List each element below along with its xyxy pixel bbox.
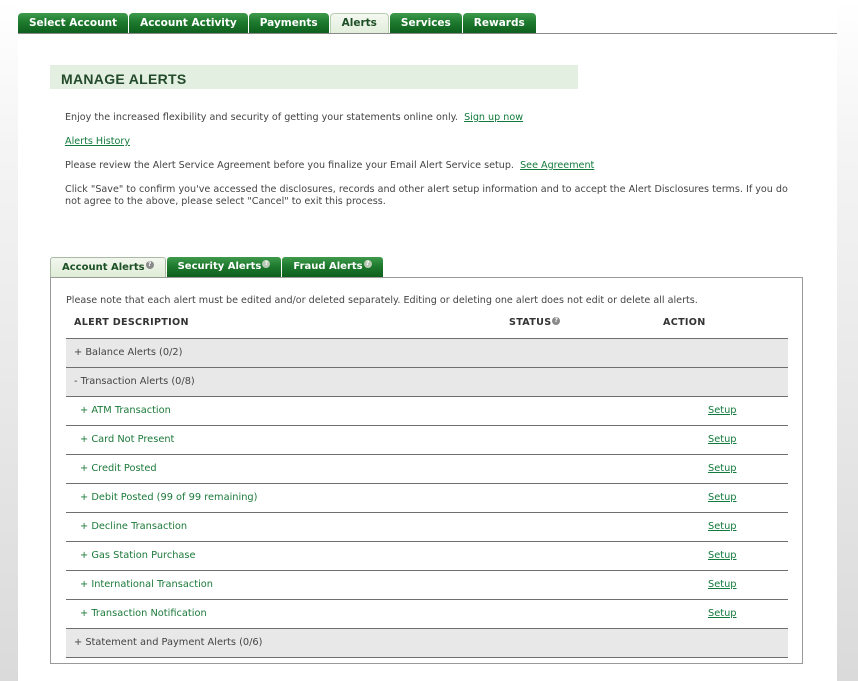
tab-security-alerts-label: Security Alerts bbox=[177, 261, 262, 272]
setup-link[interactable]: Setup bbox=[708, 542, 737, 570]
setup-link[interactable]: Setup bbox=[708, 484, 737, 512]
column-alert-description: ALERT DESCRIPTION bbox=[74, 317, 189, 328]
agreement-text: Please review the Alert Service Agreemen… bbox=[65, 160, 514, 171]
alert-row: + Credit Posted Setup bbox=[66, 454, 788, 483]
disclosure-text: Click "Save" to confirm you've accessed … bbox=[65, 184, 788, 207]
tab-select-account[interactable]: Select Account bbox=[18, 13, 129, 33]
column-action: ACTION bbox=[663, 317, 706, 328]
edit-note: Please note that each alert must be edit… bbox=[66, 295, 698, 306]
alert-name[interactable]: + Card Not Present bbox=[80, 434, 174, 445]
alerts-history-link[interactable]: Alerts History bbox=[65, 136, 130, 147]
alert-row: + Decline Transaction Setup bbox=[66, 512, 788, 541]
alert-name[interactable]: + Credit Posted bbox=[80, 463, 157, 474]
group-row-transaction-alerts[interactable]: - Transaction Alerts (0/8) bbox=[66, 367, 788, 396]
agreement-message: Please review the Alert Service Agreemen… bbox=[65, 160, 594, 172]
alert-row: + Debit Posted (99 of 99 remaining) Setu… bbox=[66, 483, 788, 512]
tab-account-activity[interactable]: Account Activity bbox=[129, 13, 248, 33]
alert-name[interactable]: + ATM Transaction bbox=[80, 405, 171, 416]
page-title: MANAGE ALERTS bbox=[61, 71, 187, 87]
see-agreement-link[interactable]: See Agreement bbox=[520, 160, 594, 171]
paperless-text: Enjoy the increased flexibility and secu… bbox=[65, 112, 458, 123]
nav-divider bbox=[18, 33, 837, 34]
tab-rewards[interactable]: Rewards bbox=[462, 13, 536, 33]
setup-link[interactable]: Setup bbox=[708, 513, 737, 541]
tab-services[interactable]: Services bbox=[389, 13, 462, 33]
setup-link[interactable]: Setup bbox=[708, 571, 737, 599]
tab-account-alerts[interactable]: Account Alerts? bbox=[50, 257, 166, 277]
setup-link[interactable]: Setup bbox=[708, 455, 737, 483]
tab-fraud-alerts-label: Fraud Alerts bbox=[293, 261, 363, 272]
alert-name[interactable]: + Debit Posted (99 of 99 remaining) bbox=[80, 492, 257, 503]
column-status-label: STATUS bbox=[509, 317, 552, 328]
page-header: MANAGE ALERTS bbox=[50, 65, 578, 89]
alert-row: + ATM Transaction Setup bbox=[66, 396, 788, 425]
group-row-statement-payment-alerts[interactable]: + Statement and Payment Alerts (0/6) bbox=[66, 628, 788, 658]
question-circle-icon[interactable]: ? bbox=[552, 317, 561, 325]
alert-name[interactable]: + Transaction Notification bbox=[80, 608, 207, 619]
question-circle-icon[interactable]: ? bbox=[262, 260, 271, 268]
column-status: STATUS? bbox=[509, 317, 561, 328]
alert-row: + International Transaction Setup bbox=[66, 570, 788, 599]
setup-link[interactable]: Setup bbox=[708, 426, 737, 454]
tab-alerts[interactable]: Alerts bbox=[329, 13, 389, 33]
tab-fraud-alerts[interactable]: Fraud Alerts? bbox=[282, 257, 383, 277]
alert-name[interactable]: + Gas Station Purchase bbox=[80, 550, 196, 561]
setup-link[interactable]: Setup bbox=[708, 600, 737, 628]
tab-payments[interactable]: Payments bbox=[248, 13, 329, 33]
alert-row: + Gas Station Purchase Setup bbox=[66, 541, 788, 570]
tab-account-alerts-label: Account Alerts bbox=[62, 262, 145, 273]
paperless-message: Enjoy the increased flexibility and secu… bbox=[65, 112, 523, 124]
alerts-history-row: Alerts History bbox=[65, 136, 130, 148]
alerts-table: + Balance Alerts (0/2) - Transaction Ale… bbox=[66, 338, 788, 658]
alert-name[interactable]: + Decline Transaction bbox=[80, 521, 187, 532]
tab-security-alerts[interactable]: Security Alerts? bbox=[166, 257, 282, 277]
main-nav: Select Account Account Activity Payments… bbox=[18, 13, 537, 33]
account-alerts-panel: Please note that each alert must be edit… bbox=[50, 277, 803, 664]
alert-name[interactable]: + International Transaction bbox=[80, 579, 213, 590]
alert-row: + Card Not Present Setup bbox=[66, 425, 788, 454]
question-circle-icon[interactable]: ? bbox=[363, 260, 372, 268]
question-circle-icon[interactable]: ? bbox=[145, 261, 154, 269]
setup-link[interactable]: Setup bbox=[708, 397, 737, 425]
alert-row: + Transaction Notification Setup bbox=[66, 599, 788, 628]
sign-up-now-link[interactable]: Sign up now bbox=[464, 112, 523, 123]
alert-type-tabs: Account Alerts? Security Alerts? Fraud A… bbox=[50, 257, 384, 277]
group-row-balance-alerts[interactable]: + Balance Alerts (0/2) bbox=[66, 338, 788, 367]
